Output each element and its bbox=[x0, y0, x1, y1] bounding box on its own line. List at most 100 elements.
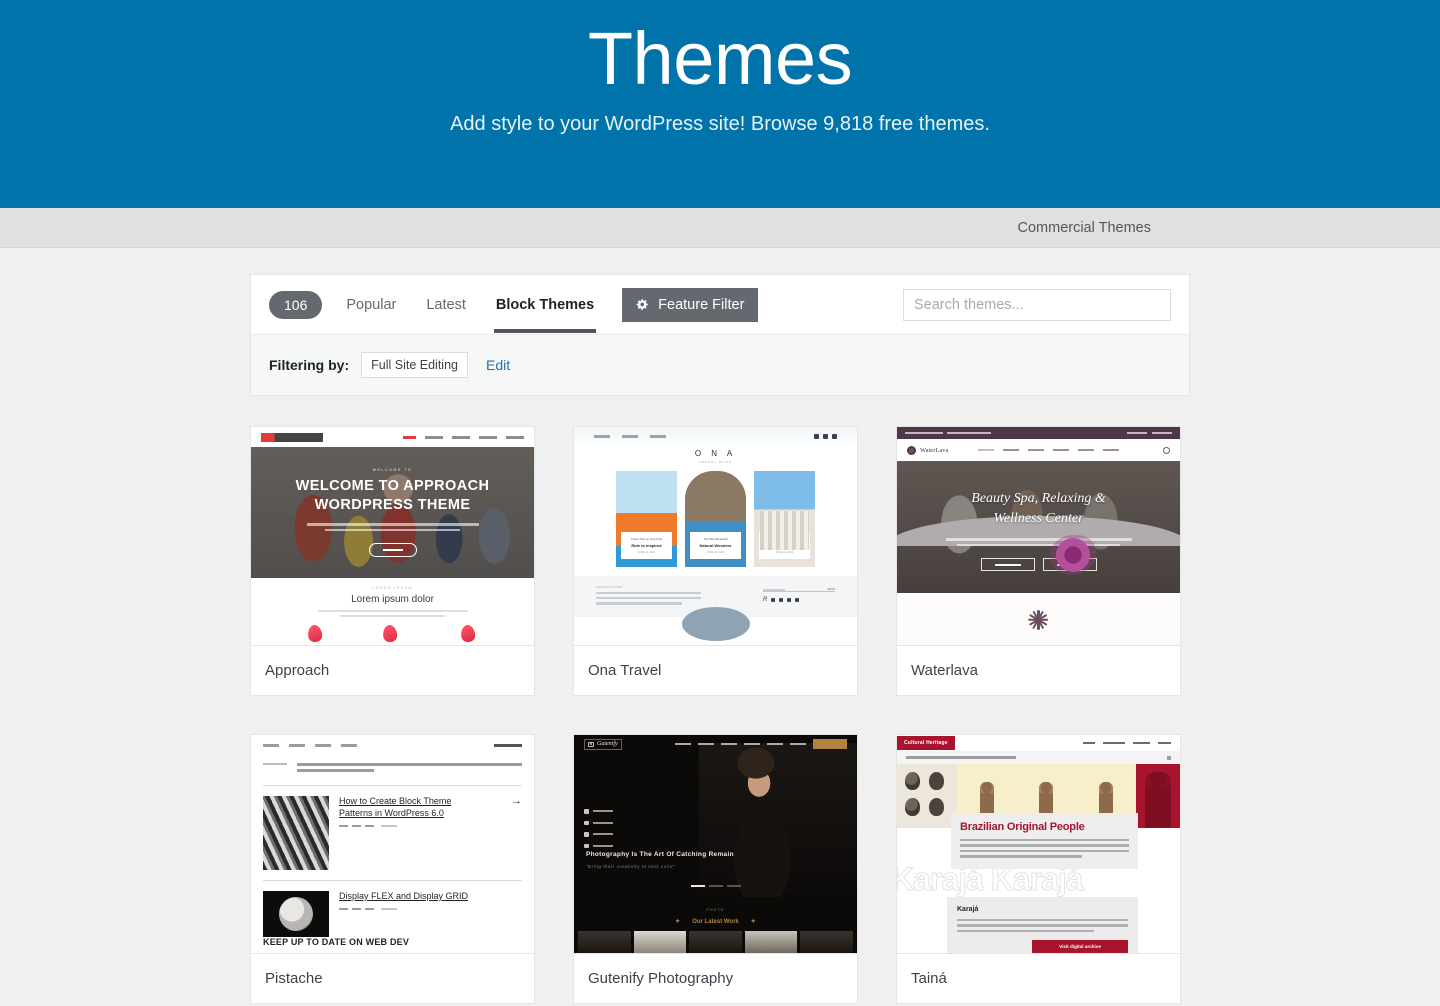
divider bbox=[263, 879, 522, 881]
page-title: Themes bbox=[587, 17, 853, 100]
theme-filter-bar: 106 Popular Latest Block Themes Feature … bbox=[250, 274, 1190, 396]
mock-latest-section: PHOTO ✦ Our Latest Work ✦ bbox=[574, 908, 857, 925]
theme-card-ona-travel[interactable]: O N A TRAVEL BLOG Travel Tips on Your Fi… bbox=[573, 426, 858, 696]
mock-section-paragraph bbox=[317, 610, 468, 617]
mock-hero-text: Photography Is The Art Of Catching Remai… bbox=[586, 851, 734, 869]
mock-tagline-bar bbox=[897, 751, 1180, 764]
instagram-icon bbox=[584, 843, 589, 848]
theme-card-approach[interactable]: WELCOME TO WELCOME TO APPROACH WORDPRESS… bbox=[250, 426, 535, 696]
camera-icon bbox=[588, 741, 594, 747]
mock-card-title: Natural Wonders bbox=[699, 543, 732, 548]
theme-screenshot-approach[interactable]: WELCOME TO WELCOME TO APPROACH WORDPRESS… bbox=[251, 427, 534, 646]
mock-hero-line1: Beauty Spa, Relaxing & bbox=[971, 490, 1106, 506]
filter-bar-tabs-row: 106 Popular Latest Block Themes Feature … bbox=[251, 275, 1189, 335]
flower-icon bbox=[1028, 610, 1049, 630]
theme-screenshot-pistache[interactable]: How to Create Block Theme Patterns in Wo… bbox=[251, 735, 534, 954]
mock-footer-heading: KEEP UP TO DATE ON WEB DEV bbox=[263, 937, 410, 947]
gutenify-mock: Gutenify Photography Is The Art Of Catch… bbox=[574, 735, 857, 953]
mock-card-heading: Karajá bbox=[957, 906, 979, 914]
mock-post-item: Display FLEX and Display GRID bbox=[263, 890, 522, 937]
flame-icon bbox=[381, 623, 398, 643]
tab-block-themes[interactable]: Block Themes bbox=[493, 277, 597, 333]
service-item: SERVICE TWO bbox=[374, 623, 405, 646]
theme-name-pistache: Pistache bbox=[251, 954, 534, 1003]
mock-hero-eyebrow: WELCOME TO bbox=[372, 467, 413, 472]
mock-site-badge: Cultural Heritage bbox=[897, 736, 955, 750]
edit-filters-link[interactable]: Edit bbox=[486, 357, 510, 373]
mock-hero-line1: WELCOME TO APPROACH bbox=[295, 477, 490, 494]
mock-hero-title: Photography Is The Art Of Catching Remai… bbox=[586, 851, 734, 858]
mock-post-card: Travel Tips on Your First Ride to Inspir… bbox=[616, 471, 677, 567]
mock-topbar bbox=[897, 427, 1180, 439]
mock-post-thumbnail bbox=[263, 795, 329, 870]
mock-hero-button bbox=[368, 543, 417, 558]
theme-name-waterlava: Waterlava bbox=[897, 646, 1180, 695]
mock-card-meta: JUNE 12, 2022 bbox=[706, 551, 725, 554]
search-input[interactable] bbox=[903, 288, 1171, 321]
mock-navbar: WaterLava bbox=[897, 439, 1180, 461]
tab-latest[interactable]: Latest bbox=[424, 277, 468, 333]
close-icon bbox=[1167, 755, 1171, 760]
service-label: SERVICE THREE bbox=[449, 646, 485, 647]
mock-intro-panel: Brazilian Original People bbox=[951, 813, 1138, 869]
mock-card-meta: JUNE 12, 2022 bbox=[775, 551, 794, 554]
mock-brand-tagline: TRAVEL BLOG bbox=[698, 460, 733, 464]
service-label: SERVICE ONE bbox=[299, 646, 330, 647]
service-item: SERVICE THREE bbox=[449, 623, 485, 647]
theme-card-pistache[interactable]: How to Create Block Theme Patterns in Wo… bbox=[250, 734, 535, 1004]
mock-brand-name: O N A bbox=[694, 449, 737, 458]
mock-post-card: The Most Beautiful Natural Wonders JUNE … bbox=[685, 471, 746, 567]
mock-navbar: Cultural Heritage bbox=[897, 735, 1180, 751]
feature-filter-button[interactable]: Feature Filter bbox=[622, 287, 759, 322]
mock-nav-links bbox=[403, 435, 524, 439]
mock-artifact-images bbox=[897, 764, 957, 828]
mock-card-title: Beautiful Ocean bbox=[769, 543, 800, 548]
tab-popular[interactable]: Popular bbox=[344, 277, 398, 333]
theme-card-waterlava[interactable]: WaterLava Beauty Spa, Relaxing & Wellnes… bbox=[896, 426, 1181, 696]
feature-filter-label: Feature Filter bbox=[658, 296, 745, 313]
theme-card-taina[interactable]: Cultural Heritage Karajá Karajá Brazilia… bbox=[896, 734, 1181, 1004]
theme-name-taina: Tainá bbox=[897, 954, 1180, 1003]
mock-subscribe-link bbox=[494, 744, 522, 747]
flower-mark-icon bbox=[907, 445, 916, 455]
mock-services: LOREM IPSUM Lorem ipsum dolor SERVICE ON… bbox=[251, 578, 534, 647]
mock-service-icons: SERVICE ONE SERVICE TWO SERVICE THREE bbox=[251, 623, 534, 647]
mock-card-title: Ride to Inspired bbox=[631, 543, 662, 548]
mock-intro bbox=[263, 763, 522, 775]
nav-link-commercial-themes[interactable]: Commercial Themes bbox=[1018, 220, 1152, 236]
filtering-by-row: Filtering by: Full Site Editing Edit bbox=[251, 335, 1189, 395]
mock-archive-button: Visit digital archive bbox=[1032, 940, 1128, 953]
mock-post-cards: Travel Tips on Your First Ride to Inspir… bbox=[574, 471, 857, 567]
mock-navbar: Gutenify bbox=[574, 735, 857, 753]
theme-grid: WELCOME TO WELCOME TO APPROACH WORDPRESS… bbox=[250, 426, 1190, 1004]
mock-section bbox=[897, 595, 1180, 645]
mock-gallery-strip bbox=[574, 931, 857, 953]
mock-navbar bbox=[251, 427, 534, 447]
theme-screenshot-taina[interactable]: Cultural Heritage Karajá Karajá Brazilia… bbox=[897, 735, 1180, 954]
theme-card-gutenify-photography[interactable]: Gutenify Photography Is The Art Of Catch… bbox=[573, 734, 858, 1004]
linkedin-icon bbox=[584, 832, 589, 837]
mock-post-title: Display FLEX and Display GRID bbox=[339, 890, 469, 901]
service-item: SERVICE ONE bbox=[299, 623, 330, 647]
mock-logo: Gutenify bbox=[584, 738, 622, 750]
page-masthead: Themes Add style to your WordPress site!… bbox=[0, 0, 1440, 208]
mock-latest-eyebrow: PHOTO bbox=[706, 908, 725, 912]
mock-navbar bbox=[263, 744, 522, 747]
mock-hero-subtitle: "Bring their creativity to next color" bbox=[586, 864, 676, 869]
waterlava-mock: WaterLava Beauty Spa, Relaxing & Wellnes… bbox=[897, 427, 1180, 645]
mock-brand-name: Gutenify bbox=[597, 741, 618, 747]
theme-screenshot-gutenify-photography[interactable]: Gutenify Photography Is The Art Of Catch… bbox=[574, 735, 857, 954]
mock-newsletter-button: SEND bbox=[827, 587, 835, 591]
theme-screenshot-ona-travel[interactable]: O N A TRAVEL BLOG Travel Tips on Your Fi… bbox=[574, 427, 857, 646]
filtering-by-label: Filtering by: bbox=[269, 357, 350, 373]
mock-section-eyebrow: LOREM IPSUM bbox=[372, 586, 413, 590]
mock-brand-name: WaterLava bbox=[920, 446, 949, 454]
mock-post-item: How to Create Block Theme Patterns in Wo… bbox=[263, 795, 522, 870]
theme-name-ona-travel: Ona Travel bbox=[574, 646, 857, 695]
mock-newsletter-label: NEWSLETTER bbox=[596, 585, 624, 589]
theme-screenshot-waterlava[interactable]: WaterLava Beauty Spa, Relaxing & Wellnes… bbox=[897, 427, 1180, 646]
divider bbox=[263, 784, 522, 786]
theme-count-badge: 106 bbox=[269, 290, 323, 319]
theme-name-gutenify-photography: Gutenify Photography bbox=[574, 954, 857, 1003]
content-wrap: 106 Popular Latest Block Themes Feature … bbox=[250, 248, 1190, 1004]
